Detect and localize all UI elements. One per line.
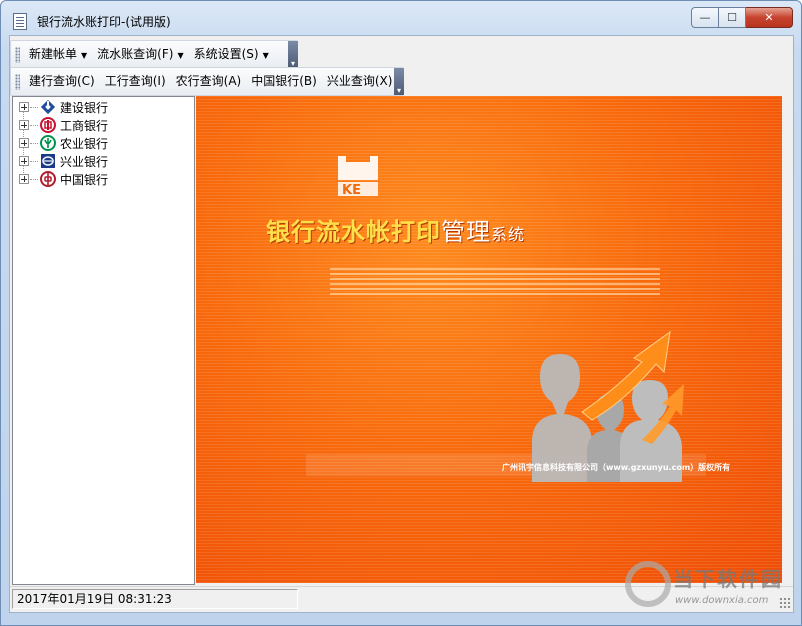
tree-node-ccb[interactable]: + 建设银行 (13, 98, 108, 116)
tree-node-icbc[interactable]: + 工商银行 (13, 116, 108, 134)
tree-branch-line (30, 124, 38, 126)
ccb-logo-icon (40, 99, 56, 115)
app-icon[interactable] (13, 13, 27, 30)
status-datetime: 2017年01月19日 08:31:23 (12, 589, 298, 609)
tree-branch-line (30, 106, 38, 108)
tree-branch-line (30, 142, 38, 144)
expand-icon[interactable]: + (19, 102, 29, 112)
logo-text: KE (342, 183, 361, 198)
toolbar-overflow-button[interactable]: ▾ (288, 41, 298, 68)
icbc-logo-icon (40, 117, 56, 133)
title-bar[interactable]: 银行流水账打印-(试用版) — ☐ ✕ (1, 1, 801, 35)
cib-logo-icon (40, 153, 56, 169)
expand-icon[interactable]: + (19, 138, 29, 148)
ccb-query-button[interactable]: 建行查询(C) (24, 71, 100, 92)
bank-query-toolbar: 建行查询(C) 工行查询(I) 农行查询(A) 中国银行(B) 兴业查询(X) … (10, 67, 404, 96)
client-area: 新建帐单 ▼ 流水账查询(F) ▼ 系统设置(S) ▼ ▾ 建行查询(C) 工行查询(… (9, 35, 794, 613)
toolbar-grip[interactable] (15, 73, 20, 90)
toolbar-grip[interactable] (15, 46, 20, 63)
abc-query-button[interactable]: 农行查询(A) (171, 71, 247, 92)
tree-node-label: 建设银行 (60, 100, 109, 115)
system-settings-menu[interactable]: 系统设置(S) ▼ (189, 44, 274, 65)
tree-node-label: 工商银行 (60, 118, 109, 133)
tree-node-abc[interactable]: + 农业银行 (13, 134, 108, 152)
expand-icon[interactable]: + (19, 174, 29, 184)
tree-node-cib[interactable]: + 兴业银行 (13, 152, 108, 170)
business-people-illustration (532, 330, 684, 482)
window-title: 银行流水账打印-(试用版) (37, 15, 171, 29)
decorative-fine-print (330, 268, 660, 298)
resize-grip-icon[interactable] (779, 597, 791, 609)
tree-branch-line (30, 160, 38, 162)
minimize-button[interactable]: — (691, 7, 719, 28)
toolbar-overflow-button[interactable]: ▾ (394, 68, 404, 95)
status-bar: 2017年01月19日 08:31:23 (10, 586, 793, 611)
tree-branch-line (30, 178, 38, 180)
statement-query-label: 流水账查询(F) (97, 47, 174, 61)
icbc-query-button[interactable]: 工行查询(I) (100, 71, 171, 92)
expand-icon[interactable]: + (19, 120, 29, 130)
new-bill-label: 新建帐单 (29, 47, 78, 61)
window-controls: — ☐ ✕ (691, 7, 793, 28)
tree-node-label: 农业银行 (60, 136, 109, 151)
abc-logo-icon (40, 135, 56, 151)
boc-logo-icon (40, 171, 56, 187)
tree-node-boc[interactable]: + 中国银行 (13, 170, 108, 188)
new-bill-menu[interactable]: 新建帐单 ▼ (24, 44, 92, 65)
system-settings-label: 系统设置(S) (193, 47, 259, 61)
boc-query-button[interactable]: 中国银行(B) (246, 71, 322, 92)
splash-banner: KE 银行流水帐打印管理系统 广州讯宇信息科技有限公司（www.gzxunyu.… (196, 96, 782, 583)
app-window: 银行流水账打印-(试用版) — ☐ ✕ 新建帐单 ▼ 流水账查询(F) ▼ 系统设置… (0, 0, 802, 626)
product-title-small: 系统 (491, 225, 526, 244)
expand-icon[interactable]: + (19, 156, 29, 166)
close-button[interactable]: ✕ (746, 7, 793, 28)
product-title-mid: 管理 (441, 218, 491, 246)
tree-node-label: 中国银行 (60, 172, 109, 187)
dropdown-arrow-icon: ▼ (81, 51, 88, 60)
main-menu-toolbar: 新建帐单 ▼ 流水账查询(F) ▼ 系统设置(S) ▼ ▾ (10, 40, 298, 69)
product-title-main: 银行流水帐打印 (266, 218, 441, 246)
dropdown-arrow-icon: ▼ (262, 51, 269, 60)
maximize-button[interactable]: ☐ (719, 7, 746, 28)
cib-query-button[interactable]: 兴业查询(X) (322, 71, 398, 92)
ke-logo: KE (338, 156, 378, 198)
copyright-text: 广州讯宇信息科技有限公司（www.gzxunyu.com）版权所有 (502, 463, 731, 472)
dropdown-arrow-icon: ▼ (177, 51, 184, 60)
product-title: 银行流水帐打印管理系统 (266, 212, 525, 247)
statement-query-menu[interactable]: 流水账查询(F) ▼ (92, 44, 188, 65)
bank-tree: + 建设银行 + 工商银行 + (12, 96, 195, 585)
tree-node-label: 兴业银行 (60, 154, 109, 169)
